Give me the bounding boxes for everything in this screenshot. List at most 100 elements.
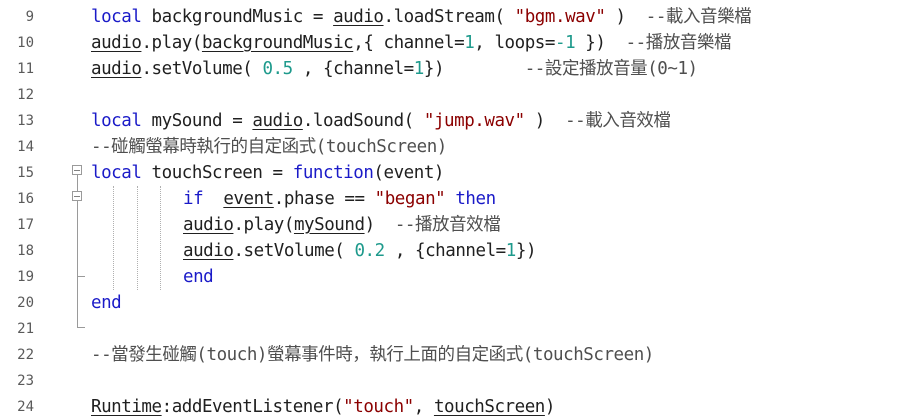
- number-token: 1: [505, 241, 517, 261]
- comment-token: --載入音效檔: [565, 111, 671, 131]
- code-line[interactable]: 12: [0, 82, 903, 108]
- code-line[interactable]: 22 --當發生碰觸(touch)螢幕事件時，執行上面的自定函式(touchScr…: [0, 342, 903, 368]
- code-line[interactable]: 9 local backgroundMusic = audio.loadStrea…: [0, 4, 903, 30]
- line-number: 15: [17, 165, 34, 181]
- number-token: 1: [464, 33, 475, 53]
- code-token: , {channel=: [384, 241, 506, 261]
- keyword-token: local: [91, 7, 142, 27]
- code-line[interactable]: 24 Runtime:addEventListener("touch", touc…: [0, 394, 903, 420]
- comment-token: --播放音樂檔: [625, 33, 732, 53]
- line-number: 19: [17, 269, 34, 285]
- code-token: :addEventListener(: [161, 397, 344, 417]
- code-line[interactable]: 18 audio.setVolume( 0.2 , {channel=1}): [0, 238, 903, 264]
- code-token: .setVolume(: [141, 59, 263, 79]
- code-line[interactable]: 11 audio.setVolume( 0.5 , {channel=1}) --…: [0, 56, 903, 82]
- string-token: "jump.wav": [423, 111, 525, 131]
- code-text: local backgroundMusic = audio.loadStream…: [91, 4, 752, 30]
- code-line[interactable]: 15 local touchScreen = function(event): [0, 160, 903, 186]
- code-line[interactable]: 16 if event.phase == "began" then: [0, 186, 903, 212]
- line-number: 16: [17, 191, 34, 207]
- code-token: .play(: [141, 33, 202, 53]
- comment-token: --播放音效檔: [394, 215, 501, 235]
- keyword-token: local: [91, 111, 142, 131]
- number-token: 1: [413, 59, 425, 79]
- code-text: local mySound = audio.loadSound( "jump.w…: [91, 108, 671, 134]
- number-token: 0.5: [262, 59, 293, 79]
- code-token: .loadSound(: [302, 111, 424, 131]
- line-number: 14: [17, 139, 34, 155]
- code-token: }): [515, 241, 537, 261]
- identifier-token: audio: [183, 215, 234, 235]
- identifier-token: event: [223, 189, 274, 209]
- code-token: .setVolume(: [233, 241, 355, 261]
- code-text: --當發生碰觸(touch)螢幕事件時，執行上面的自定函式(touchScree…: [91, 342, 654, 368]
- code-text: end: [183, 264, 214, 290]
- code-token: , loops=: [474, 33, 555, 53]
- code-editor[interactable]: 9 local backgroundMusic = audio.loadStrea…: [0, 0, 903, 417]
- identifier-token: audio: [91, 33, 142, 53]
- code-token: ): [544, 397, 556, 417]
- code-line[interactable]: 17 audio.play(mySound) --播放音效檔: [0, 212, 903, 238]
- keyword-token: local: [91, 163, 142, 183]
- code-text: end: [91, 290, 122, 316]
- code-token: backgroundMusic =: [141, 7, 334, 27]
- identifier-token: touchScreen: [433, 397, 545, 417]
- line-number: 9: [25, 9, 34, 25]
- code-token: .play(: [233, 215, 294, 235]
- code-text: audio.setVolume( 0.2 , {channel=1}): [183, 238, 536, 264]
- string-token: "began": [374, 189, 446, 209]
- code-text: --碰觸螢幕時執行的自定函式(touchScreen): [91, 134, 447, 160]
- keyword-token: end: [91, 293, 122, 313]
- code-token: ): [524, 111, 566, 131]
- comment-token: --碰觸螢幕時執行的自定函式(touchScreen): [91, 137, 447, 157]
- identifier-token: audio: [91, 59, 142, 79]
- line-number: 11: [17, 61, 34, 77]
- code-token: ): [364, 215, 395, 235]
- identifier-token: backgroundMusic: [201, 33, 354, 53]
- line-number: 12: [17, 87, 34, 103]
- code-line[interactable]: 13 local mySound = audio.loadSound( "jump…: [0, 108, 903, 134]
- line-number: 22: [17, 347, 34, 363]
- identifier-token: audio: [252, 111, 303, 131]
- code-line[interactable]: 20 end: [0, 290, 903, 316]
- code-token: ,{ channel=: [353, 33, 465, 53]
- number-token: -1: [554, 33, 576, 53]
- code-text: Runtime:addEventListener("touch", touchS…: [91, 394, 555, 420]
- code-token: (event): [373, 163, 445, 183]
- code-token: , {channel=: [292, 59, 414, 79]
- line-number: 23: [17, 373, 34, 389]
- code-line[interactable]: 19 end: [0, 264, 903, 290]
- keyword-token: then: [455, 189, 496, 209]
- identifier-token: mySound: [293, 215, 365, 235]
- code-token: }): [575, 33, 626, 53]
- string-token: "bgm.wav": [514, 7, 606, 27]
- code-text: audio.play(backgroundMusic,{ channel=1, …: [91, 30, 731, 56]
- code-token: ): [605, 7, 646, 27]
- line-number: 18: [17, 243, 34, 259]
- comment-token: --設定播放音量(0~1): [524, 59, 698, 79]
- code-line[interactable]: 10 audio.play(backgroundMusic,{ channel=1…: [0, 30, 903, 56]
- string-token: "touch": [343, 397, 414, 417]
- code-line[interactable]: 23: [0, 368, 903, 394]
- code-text: local touchScreen = function(event): [91, 160, 444, 186]
- number-token: 0.2: [354, 241, 385, 261]
- line-number: 20: [17, 295, 34, 311]
- code-text: if event.phase == "began" then: [183, 186, 496, 212]
- identifier-token: audio: [333, 7, 384, 27]
- code-token: }): [423, 59, 525, 79]
- code-line[interactable]: 21: [0, 316, 903, 342]
- keyword-token: function: [292, 163, 374, 183]
- code-token: .loadStream(: [383, 7, 515, 27]
- identifier-token: Runtime: [91, 397, 162, 417]
- line-number: 21: [17, 321, 34, 337]
- keyword-token: if: [183, 189, 204, 209]
- line-number: 10: [17, 35, 34, 51]
- line-number: 13: [17, 113, 34, 129]
- identifier-token: audio: [183, 241, 234, 261]
- code-line[interactable]: 14 --碰觸螢幕時執行的自定函式(touchScreen): [0, 134, 903, 160]
- code-token: ,: [413, 397, 434, 417]
- line-number: 17: [17, 217, 34, 233]
- line-number: 24: [17, 399, 34, 415]
